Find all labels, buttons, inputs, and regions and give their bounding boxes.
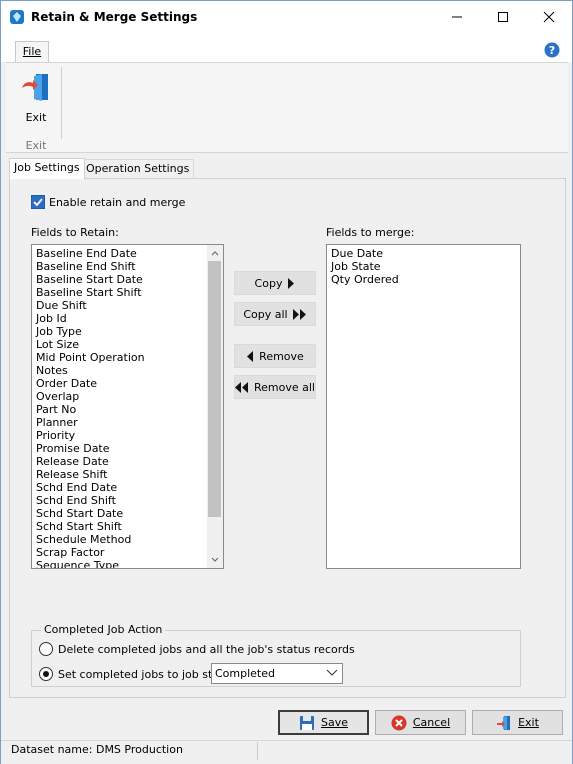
completed-job-action-title: Completed Job Action	[41, 623, 166, 636]
cancel-button[interactable]: Cancel	[375, 710, 466, 735]
exit-button[interactable]: Exit	[472, 710, 563, 735]
list-item[interactable]: Baseline End Date	[32, 247, 223, 260]
ribbon-group-separator	[61, 67, 62, 139]
copy-button[interactable]: Copy	[234, 271, 316, 295]
fields-to-merge-label: Fields to merge:	[326, 226, 415, 239]
help-icon[interactable]: ?	[544, 42, 560, 58]
list-item[interactable]: Schd End Date	[32, 481, 223, 494]
list-item[interactable]: Order Date	[32, 377, 223, 390]
svg-text:?: ?	[549, 44, 555, 57]
delete-jobs-label: Delete completed jobs and all the job's …	[58, 643, 355, 656]
list-item[interactable]: Job Type	[32, 325, 223, 338]
maximize-button[interactable]	[480, 1, 526, 33]
minimize-icon	[452, 16, 462, 18]
list-item[interactable]: Sequence Type	[32, 559, 223, 568]
fields-to-merge-list[interactable]: Due Date Job State Qty Ordered	[326, 244, 521, 569]
list-item[interactable]: Schd Start Date	[32, 507, 223, 520]
list-item[interactable]: Baseline Start Date	[32, 273, 223, 286]
save-button[interactable]: Save	[278, 710, 369, 735]
tab-job-settings[interactable]: Job Settings	[9, 158, 85, 179]
arrow-left-icon	[247, 350, 254, 362]
remove-button[interactable]: Remove	[234, 344, 316, 368]
job-state-value: Completed	[215, 667, 275, 680]
file-tab-label: File	[22, 45, 42, 58]
set-job-state-radio[interactable]	[39, 667, 53, 681]
enable-retain-checkbox[interactable]	[31, 195, 45, 209]
minimize-button[interactable]	[434, 1, 480, 33]
scroll-down-icon[interactable]	[207, 553, 223, 567]
tab-operation-settings[interactable]: Operation Settings	[81, 159, 195, 178]
set-job-state-label: Set completed jobs to job state	[58, 668, 231, 681]
maximize-icon	[498, 12, 508, 22]
list-item[interactable]: Release Shift	[32, 468, 223, 481]
list-item[interactable]: Qty Ordered	[327, 273, 520, 286]
ribbon-exit-label: Exit	[25, 111, 47, 124]
list-item[interactable]: Scrap Factor	[32, 546, 223, 559]
list-item[interactable]: Notes	[32, 364, 223, 377]
list-item[interactable]: Priority	[32, 429, 223, 442]
double-arrow-right-icon	[292, 308, 306, 320]
exit-door-icon	[22, 74, 48, 101]
list-item[interactable]: Release Date	[32, 455, 223, 468]
window-title: Retain & Merge Settings	[31, 10, 198, 24]
cancel-label: Cancel	[412, 716, 451, 729]
list-item[interactable]: Baseline Start Shift	[32, 286, 223, 299]
remove-all-button[interactable]: Remove all	[234, 375, 316, 399]
exit-door-small-icon	[497, 715, 511, 730]
fields-to-retain-list[interactable]: Baseline End Date Baseline End Shift Basel…	[31, 244, 224, 569]
retain-scroll-thumb[interactable]	[208, 261, 221, 517]
ribbon-exit-button[interactable]: Exit	[16, 69, 56, 127]
fields-to-retain-label: Fields to Retain:	[31, 226, 119, 239]
list-item[interactable]: Schd End Shift	[32, 494, 223, 507]
title-bar: Retain & Merge Settings	[1, 1, 572, 33]
list-item[interactable]: Overlap	[32, 390, 223, 403]
list-item[interactable]: Due Shift	[32, 299, 223, 312]
list-item[interactable]: Schd Start Shift	[32, 520, 223, 533]
double-arrow-left-icon	[235, 381, 248, 393]
copy-all-button[interactable]: Copy all	[234, 302, 316, 326]
retain-scrollbar[interactable]	[207, 245, 223, 568]
dataset-name-status: Dataset name: DMS Production	[11, 743, 183, 756]
cancel-icon	[391, 715, 407, 730]
floppy-disk-icon	[299, 715, 314, 730]
retain-items: Baseline End Date Baseline End Shift Basel…	[32, 245, 223, 568]
chevron-down-icon	[326, 669, 338, 676]
close-icon	[543, 11, 555, 23]
list-item[interactable]: Due Date	[327, 247, 520, 260]
list-item[interactable]: Mid Point Operation	[32, 351, 223, 364]
exit-label: Exit	[518, 716, 539, 729]
job-state-dropdown[interactable]: Completed	[211, 663, 343, 684]
radio-selected-dot	[43, 671, 49, 677]
list-item[interactable]: Part No	[32, 403, 223, 416]
enable-retain-label: Enable retain and merge	[49, 196, 186, 209]
copy-label: Copy	[254, 276, 283, 290]
list-item[interactable]: Baseline End Shift	[32, 260, 223, 273]
list-item[interactable]: Lot Size	[32, 338, 223, 351]
list-item[interactable]: Promise Date	[32, 442, 223, 455]
ribbon-group-label: Exit	[25, 139, 47, 152]
arrow-right-icon	[288, 277, 295, 289]
save-label: Save	[320, 716, 348, 729]
retain-merge-window: Retain & Merge Settings File ? Exit Exit	[0, 0, 573, 764]
scroll-up-icon[interactable]	[207, 246, 223, 260]
delete-jobs-radio[interactable]	[39, 642, 53, 656]
status-separator	[257, 742, 258, 760]
list-item[interactable]: Job State	[327, 260, 520, 273]
checkmark-icon	[33, 198, 43, 207]
app-icon	[10, 10, 24, 24]
remove-label: Remove	[259, 349, 304, 363]
copy-all-label: Copy all	[243, 307, 288, 321]
close-button[interactable]	[526, 1, 572, 33]
file-tab[interactable]: File	[15, 41, 49, 63]
remove-all-label: Remove all	[254, 380, 315, 394]
list-item[interactable]: Planner	[32, 416, 223, 429]
list-item[interactable]: Job Id	[32, 312, 223, 325]
ribbon-tab-strip: File	[1, 33, 572, 63]
ribbon-body: Exit Exit	[6, 62, 568, 153]
list-item[interactable]: Schedule Method	[32, 533, 223, 546]
merge-items: Due Date Job State Qty Ordered	[327, 245, 520, 286]
